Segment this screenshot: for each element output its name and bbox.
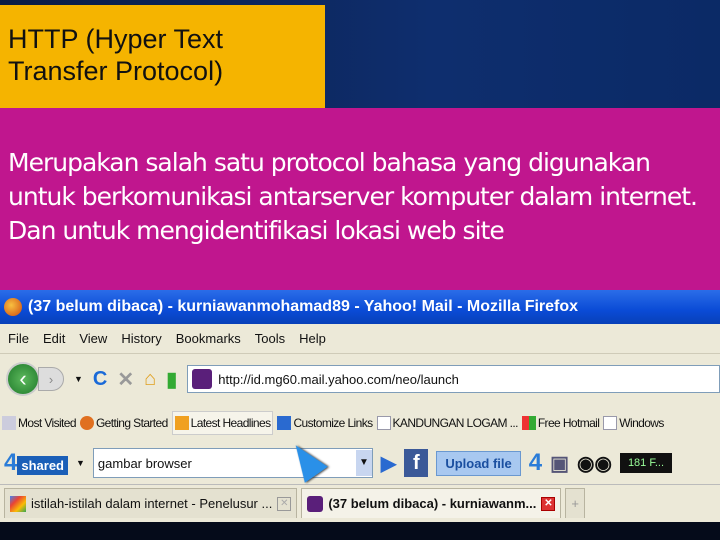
facebook-icon[interactable]: f (404, 449, 429, 477)
bookmark-label: Customize Links (293, 415, 373, 430)
menu-edit[interactable]: Edit (43, 331, 65, 346)
site-favicon (192, 369, 213, 389)
bookmark-label: Getting Started (95, 415, 168, 430)
slide-title: HTTP (Hyper Text Transfer Protocol) (0, 5, 325, 108)
bookmark-label: KANDUNGAN LOGAM ... (392, 415, 519, 430)
4shared-toolbar: 4 shared ▼ gambar browser ▼ ▶ f Upload fi… (0, 442, 720, 484)
logo-number: 4 (4, 449, 18, 476)
bookmark-most-visited[interactable]: Most Visited (2, 415, 77, 431)
chevron-down-icon[interactable]: ▼ (355, 450, 372, 476)
mail-icon (307, 495, 324, 512)
bookmark-getting-started[interactable]: Getting Started (79, 415, 168, 431)
msn-icon (277, 416, 292, 431)
menu-tools[interactable]: Tools (255, 331, 285, 346)
menu-view[interactable]: View (79, 331, 107, 346)
stop-icon[interactable]: ✕ (117, 367, 134, 392)
history-dropdown-icon[interactable]: ▼ (74, 374, 83, 384)
logo-dropdown-icon[interactable]: ▼ (76, 458, 85, 468)
bookmark-label: Windows (619, 415, 664, 430)
player-icon[interactable]: ◉◉ (577, 451, 612, 476)
menu-history[interactable]: History (121, 331, 161, 346)
tab-label: istilah-istilah dalam internet - Penelus… (31, 496, 273, 511)
url-bar[interactable]: http://id.mg60.mail.yahoo.com/neo/launch (187, 365, 720, 393)
window-title: (37 belum dibaca) - kurniawanmohamad89 -… (28, 298, 579, 315)
navigation-toolbar: ‹ › ▼ C ✕ ⌂ ▮ http://id.mg60.mail.yahoo.… (0, 354, 720, 404)
plus-icon: + (571, 496, 579, 511)
tab-label: (37 belum dibaca) - kurniawanm... (328, 496, 537, 511)
radio-display: 181 F... (619, 453, 673, 473)
4shared-icon[interactable]: 4 (529, 449, 542, 477)
google-icon (10, 495, 26, 512)
close-tab-icon[interactable]: ✕ (277, 496, 292, 511)
tab-bar: istilah-istilah dalam internet - Penelus… (0, 484, 720, 518)
page-icon (603, 416, 618, 431)
bookmarks-toolbar: Most Visited Getting Started Latest Head… (0, 404, 720, 442)
menu-bookmarks[interactable]: Bookmarks (176, 331, 241, 346)
firefox-icon (4, 298, 22, 316)
search-value: gambar browser (97, 455, 192, 471)
slide-bottom (0, 522, 720, 540)
new-tab-button[interactable]: + (565, 488, 585, 518)
toolbar-search-input[interactable]: gambar browser ▼ (92, 448, 373, 478)
bookmark-windows[interactable]: Windows (603, 415, 664, 431)
bookmark-label: Free Hotmail (537, 415, 600, 430)
forward-button[interactable]: › (38, 367, 64, 391)
page-icon (376, 416, 391, 431)
url-text: http://id.mg60.mail.yahoo.com/neo/launch (218, 371, 459, 387)
menu-help[interactable]: Help (299, 331, 326, 346)
tab-yahoo-mail[interactable]: (37 belum dibaca) - kurniawanm... ✕ (301, 488, 562, 518)
windows-icon (521, 416, 536, 431)
bookmark-customize-links[interactable]: Customize Links (277, 415, 373, 431)
bookmark-latest-headlines[interactable]: Latest Headlines (171, 410, 274, 436)
tab-google-search[interactable]: istilah-istilah dalam internet - Penelus… (4, 488, 298, 518)
logo-text: shared (17, 456, 68, 475)
browser-screenshot: (37 belum dibaca) - kurniawanmohamad89 -… (0, 290, 720, 522)
slide-body: Merupakan salah satu protocol bahasa yan… (0, 108, 720, 290)
reload-icon[interactable]: C (93, 368, 107, 391)
menu-file[interactable]: File (8, 331, 29, 346)
bookmark-label: Latest Headlines (190, 415, 271, 430)
window-icon[interactable]: ▣ (550, 451, 569, 476)
4shared-logo[interactable]: 4 shared (4, 449, 68, 477)
firefox-icon (79, 416, 94, 431)
upload-file-button[interactable]: Upload file (436, 450, 521, 476)
most-visited-icon (2, 416, 16, 431)
home-icon[interactable]: ⌂ (144, 368, 156, 391)
signal-icon: ▮ (166, 368, 178, 391)
back-button[interactable]: ‹ (6, 362, 40, 396)
window-titlebar: (37 belum dibaca) - kurniawanmohamad89 -… (0, 290, 720, 324)
rss-icon (174, 416, 189, 431)
bookmark-kandungan-logam[interactable]: KANDUNGAN LOGAM ... (376, 415, 519, 431)
bookmark-label: Most Visited (18, 415, 77, 430)
menu-bar: File Edit View History Bookmarks Tools H… (0, 324, 720, 354)
bookmark-free-hotmail[interactable]: Free Hotmail (521, 415, 600, 431)
search-go-icon[interactable]: ▶ (381, 451, 396, 476)
close-tab-icon[interactable]: ✕ (541, 496, 556, 511)
